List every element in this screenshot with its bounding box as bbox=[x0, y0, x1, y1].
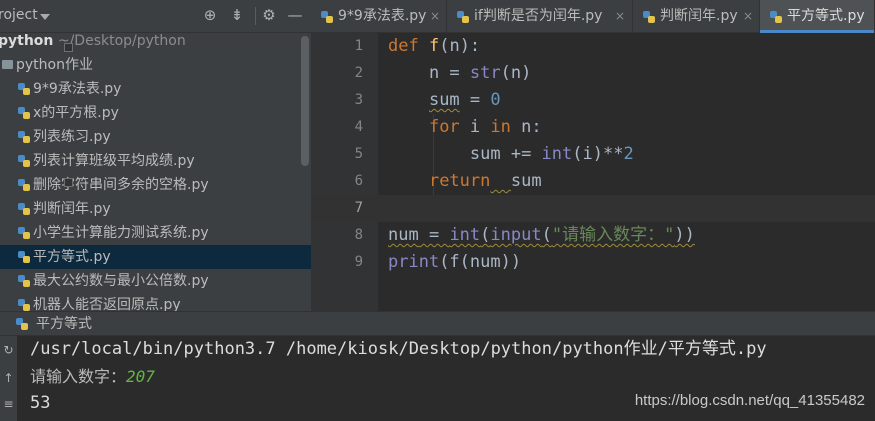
tab-9x9-table[interactable]: 9*9承法表.py × bbox=[311, 0, 447, 33]
crosshair-icon[interactable]: ⊕ bbox=[201, 6, 219, 24]
fold-marker-icon[interactable] bbox=[64, 178, 73, 187]
tree-root-python[interactable]: python ~/Desktop/python bbox=[0, 29, 311, 53]
gear-icon[interactable]: ⚙ bbox=[260, 6, 278, 24]
line-number: 9 bbox=[354, 254, 363, 270]
code-line-6[interactable]: return sum bbox=[388, 168, 542, 195]
python-file-icon bbox=[18, 107, 30, 119]
python-run-icon bbox=[16, 318, 28, 330]
python-file-icon bbox=[457, 11, 469, 23]
close-icon[interactable]: × bbox=[430, 0, 440, 33]
line-number: 6 bbox=[354, 173, 363, 189]
file-item-label: 机器人能否返回原点.py bbox=[33, 297, 181, 311]
code-line-2[interactable]: n = str(n) bbox=[388, 60, 531, 87]
tab-label: 平方等式.py bbox=[787, 8, 865, 24]
python-file-icon bbox=[18, 155, 30, 167]
file-item[interactable]: 最大公约数与最小公倍数.py bbox=[0, 269, 311, 293]
code-line-4[interactable]: for i in n: bbox=[388, 114, 542, 141]
code-line-8[interactable]: num = int(input("请输入数字：")) bbox=[388, 222, 695, 249]
line-number: 4 bbox=[354, 119, 363, 135]
run-panel-header: 平方等式 bbox=[0, 311, 875, 336]
file-item[interactable]: 删除字符串间多余的空格.py bbox=[0, 173, 311, 197]
file-item[interactable]: 列表练习.py bbox=[0, 125, 311, 149]
python-file-icon bbox=[18, 203, 30, 215]
python-file-icon bbox=[643, 11, 655, 23]
project-panel: roject ⊕ ⇟ ⚙ — python ~/Desktop/python p… bbox=[0, 0, 311, 311]
run-toolbar: ↻ ↑ ≡ bbox=[0, 336, 17, 421]
toolbar-divider bbox=[255, 7, 256, 25]
project-panel-title[interactable]: roject bbox=[0, 7, 38, 23]
file-item[interactable]: 机器人能否返回原点.py bbox=[0, 293, 311, 311]
console-prompt-line: 请输入数字：207 bbox=[30, 363, 155, 390]
file-item-label: x的平方根.py bbox=[33, 105, 119, 121]
root-folder-path: ~/Desktop/python bbox=[57, 33, 186, 49]
console-command: /usr/local/bin/python3.7 /home/kiosk/Des… bbox=[30, 339, 767, 359]
line-number: 3 bbox=[354, 92, 363, 108]
folder-label: python作业 bbox=[16, 57, 93, 73]
tab-label: 判断闰年.py bbox=[660, 8, 738, 24]
close-icon[interactable]: × bbox=[743, 0, 753, 33]
python-file-icon bbox=[18, 179, 30, 191]
project-tree-scrollbar[interactable] bbox=[301, 36, 309, 166]
collapse-all-icon[interactable]: ⇟ bbox=[228, 6, 246, 24]
line-number: 1 bbox=[354, 38, 363, 54]
arrow-up-icon[interactable]: ↑ bbox=[2, 372, 15, 385]
rerun-icon[interactable]: ↻ bbox=[2, 344, 15, 357]
file-item[interactable]: 9*9承法表.py bbox=[0, 77, 311, 101]
python-file-icon bbox=[770, 11, 782, 23]
file-item-label: 平方等式.py bbox=[33, 249, 111, 265]
tab-leap-year[interactable]: 判断闰年.py × bbox=[633, 0, 760, 33]
tab-if-leap-year[interactable]: if判断是否为闰年.py × bbox=[447, 0, 633, 33]
file-item[interactable]: 判断闰年.py bbox=[0, 197, 311, 221]
code-line-1[interactable]: def f(n): bbox=[388, 33, 480, 60]
code-line-9[interactable]: print(f(num)) bbox=[388, 249, 521, 276]
console-user-input: 207 bbox=[126, 367, 155, 386]
python-file-icon bbox=[18, 83, 30, 95]
folder-icon bbox=[2, 60, 13, 69]
file-item[interactable]: 列表计算班级平均成绩.py bbox=[0, 149, 311, 173]
line-number: 8 bbox=[354, 227, 363, 243]
python-file-icon bbox=[18, 131, 30, 143]
python-file-icon bbox=[321, 11, 333, 23]
fold-marker-icon[interactable] bbox=[64, 43, 73, 52]
file-item-label: 小学生计算能力测试系统.py bbox=[33, 225, 209, 241]
python-file-icon bbox=[18, 227, 30, 239]
root-folder-name: python bbox=[0, 33, 54, 49]
file-item[interactable]: x的平方根.py bbox=[0, 101, 311, 125]
minimize-icon[interactable]: — bbox=[286, 6, 304, 24]
file-item[interactable]: 平方等式.py bbox=[0, 245, 311, 269]
console-output: 53 bbox=[30, 393, 51, 413]
file-item-label: 最大公约数与最小公倍数.py bbox=[33, 273, 209, 289]
editor-tab-bar: 9*9承法表.py × if判断是否为闰年.py × 判断闰年.py × 平方等… bbox=[311, 0, 875, 33]
code-line-3[interactable]: sum = 0 bbox=[388, 87, 501, 114]
tab-label: if判断是否为闰年.py bbox=[474, 8, 603, 24]
python-file-icon bbox=[18, 275, 30, 287]
line-number: 2 bbox=[354, 65, 363, 81]
line-number: 5 bbox=[354, 146, 363, 162]
file-item-label: 判断闰年.py bbox=[33, 201, 111, 217]
tab-label: 9*9承法表.py bbox=[338, 8, 427, 24]
file-item[interactable]: 小学生计算能力测试系统.py bbox=[0, 221, 311, 245]
chevron-down-icon[interactable] bbox=[40, 14, 50, 20]
python-file-icon bbox=[18, 299, 30, 311]
code-line-5[interactable]: sum += int(i)**2 bbox=[388, 141, 634, 168]
tree-folder-python-homework[interactable]: python作业 bbox=[0, 53, 311, 77]
current-line-highlight bbox=[311, 195, 875, 222]
file-item-label: 9*9承法表.py bbox=[33, 81, 122, 97]
tab-square-equation[interactable]: 平方等式.py bbox=[760, 0, 875, 33]
line-number: 7 bbox=[354, 200, 363, 216]
watermark-url: https://blog.csdn.net/qq_41355482 bbox=[634, 392, 865, 409]
run-tab-title[interactable]: 平方等式 bbox=[36, 312, 92, 337]
python-file-icon bbox=[18, 251, 30, 263]
file-item-label: 列表计算班级平均成绩.py bbox=[33, 153, 195, 169]
file-item-label: 删除字符串间多余的空格.py bbox=[33, 177, 209, 193]
console-prompt: 请输入数字： bbox=[30, 367, 127, 386]
close-icon[interactable]: × bbox=[615, 0, 625, 33]
soft-wrap-icon[interactable]: ≡ bbox=[2, 398, 15, 411]
file-item-label: 列表练习.py bbox=[33, 129, 111, 145]
